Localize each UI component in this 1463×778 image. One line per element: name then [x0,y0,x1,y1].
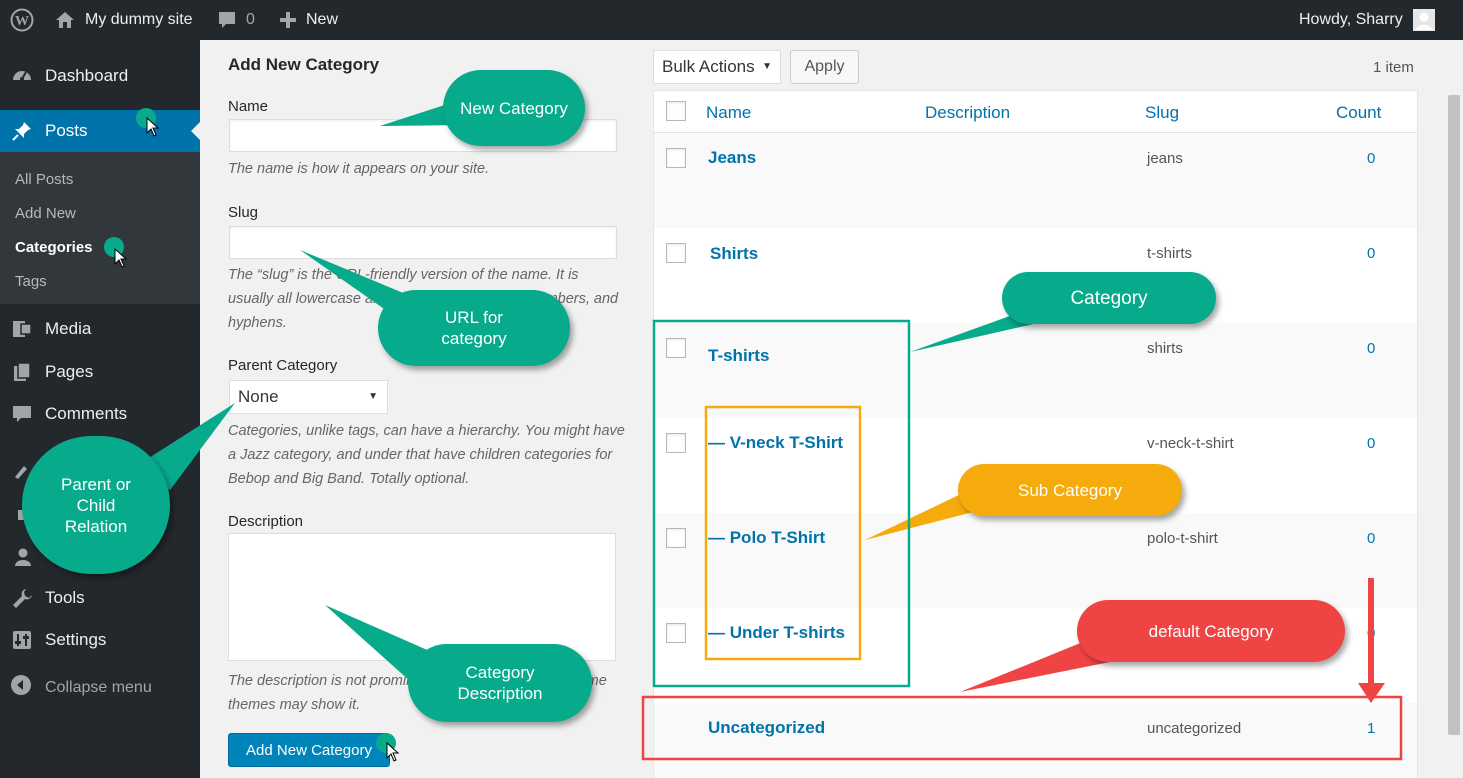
url-callout: URL for category [378,290,570,366]
category-description-callout: Category Description [408,644,592,722]
category-callout: Category [1002,272,1216,324]
sub-category-callout: Sub Category [958,464,1182,516]
cursor-icon [386,742,400,762]
cursor-icon [114,248,128,268]
cursor-icon [146,117,160,137]
parent-child-callout: Parent or Child Relation [22,436,170,574]
new-category-callout: New Category [443,70,585,146]
default-category-callout: default Category [1077,600,1345,662]
